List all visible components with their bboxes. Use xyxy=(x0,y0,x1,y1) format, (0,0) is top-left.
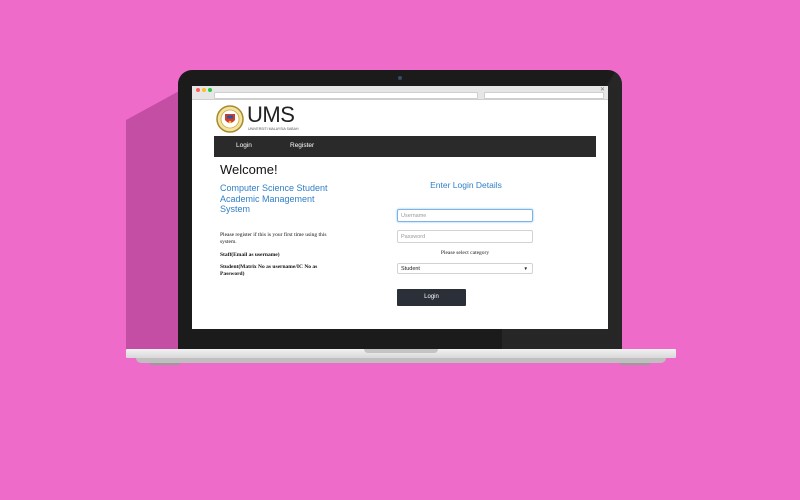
chevron-down-icon: ▼ xyxy=(523,266,528,271)
window-close-dot[interactable] xyxy=(196,88,200,92)
username-input[interactable]: Username xyxy=(397,209,533,222)
laptop-opening-notch xyxy=(364,349,438,353)
address-bar[interactable] xyxy=(214,92,478,99)
main-navbar: Login Register xyxy=(214,136,596,157)
close-icon[interactable]: ✕ xyxy=(600,86,605,93)
laptop-base-bottom xyxy=(136,358,666,363)
browser-search-bar[interactable] xyxy=(484,92,604,99)
brand-subtitle: UNIVERSITI MALAYSIA SABAH xyxy=(248,127,299,131)
brand-name: UMS xyxy=(247,102,295,127)
window-maximize-dot[interactable] xyxy=(208,88,212,92)
laptop-foot-left xyxy=(150,363,180,365)
welcome-heading: Welcome! xyxy=(220,162,278,177)
ums-crest-logo xyxy=(216,105,244,133)
category-label: Please select category xyxy=(440,250,490,256)
login-heading: Enter Login Details xyxy=(430,180,502,190)
laptop-screen: ✕ UMS UNIVERSITI MALAYSIA SABAH Login Re… xyxy=(192,86,608,329)
laptop-lid: ✕ UMS UNIVERSITI MALAYSIA SABAH Login Re… xyxy=(178,70,622,350)
laptop-base xyxy=(126,349,676,358)
system-title: Computer Science Student Academic Manage… xyxy=(220,183,328,214)
category-selected-value: Student xyxy=(401,266,420,272)
staff-note: Staff(Email as username) xyxy=(220,252,280,258)
nav-item-register[interactable]: Register xyxy=(290,142,314,149)
window-minimize-dot[interactable] xyxy=(202,88,206,92)
student-note: Student(Matrix No as username/IC No as P… xyxy=(220,264,318,277)
first-time-note: Please register if this is your first ti… xyxy=(220,232,327,245)
webcam xyxy=(398,76,402,80)
laptop-foot-right xyxy=(620,363,650,365)
password-input[interactable]: Password xyxy=(397,230,533,243)
login-button[interactable]: Login xyxy=(397,289,466,306)
nav-item-login[interactable]: Login xyxy=(236,142,252,149)
browser-toolbar: ✕ xyxy=(192,86,608,100)
category-select[interactable]: Student ▼ xyxy=(397,263,533,274)
